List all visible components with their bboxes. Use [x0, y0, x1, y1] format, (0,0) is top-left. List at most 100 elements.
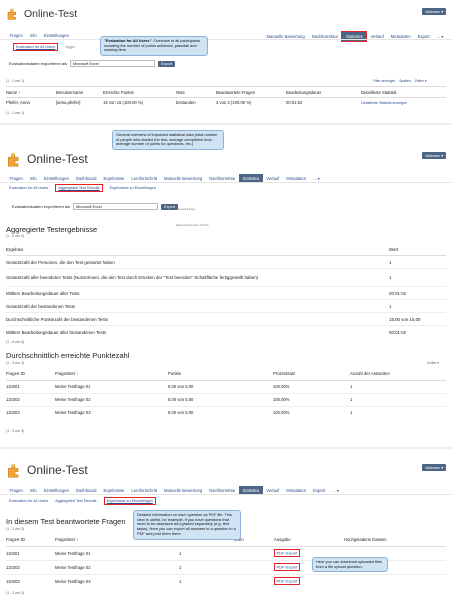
- subtab-evaluation-all-users[interactable]: Evaluation for All Users: [9, 499, 48, 503]
- row-value: 1: [389, 259, 392, 265]
- actions-button[interactable]: Aktionen ▾: [422, 464, 446, 471]
- cell-title: Meine Testfrage 02: [55, 397, 91, 402]
- cell-id: 110301: [6, 550, 20, 556]
- cell-username: [anna.pfeifer]: [56, 100, 81, 106]
- pdf-export-link[interactable]: PDF-Export: [274, 577, 300, 586]
- tab-bar-right: Manuelle Bewertung Nachkorrektur Statist…: [263, 31, 447, 42]
- section-count: (1 - 3 von 3): [6, 361, 25, 365]
- puzzle-icon: [8, 152, 19, 167]
- puzzle-icon: [8, 463, 19, 478]
- section-count-footer: (1 - 6 von 6): [6, 340, 25, 344]
- col-question-title[interactable]: Fragentitel ↑: [55, 368, 168, 380]
- subtab-single-questions[interactable]: Ergebnisse zu Einzelfragen: [103, 497, 156, 505]
- subtab-aggregated-results[interactable]: Aggregated Test Results: [55, 184, 103, 192]
- cell-count: 1: [179, 550, 182, 556]
- section-title-aggregated: Aggregierte Testergebnisse: [6, 225, 98, 234]
- subtab-bar: Evaluation for All Users Aggre: [13, 43, 75, 51]
- cell-points: 5.00 von 5.00: [168, 397, 194, 402]
- cell-title: Meine Testfrage 01: [55, 550, 91, 556]
- col-uploaded-files: Hochgeladene Dateien: [344, 536, 387, 542]
- actions-button[interactable]: Aktionen ▾: [422, 8, 446, 15]
- section-count-footer: (1 - 3 von 3): [6, 429, 25, 433]
- section-count: (1 - 6 von 6): [6, 234, 25, 238]
- cell-count: 1: [179, 564, 182, 570]
- show-filter-link[interactable]: Filter anzeigen: [373, 79, 395, 83]
- col-percent[interactable]: Prozentsatz: [273, 368, 350, 380]
- actions-button[interactable]: Aktionen ▾: [422, 152, 446, 159]
- row-label: Durchschnittliche Punktezahl der bestand…: [6, 316, 108, 322]
- row-value: 00:01:02: [389, 330, 407, 335]
- col-username[interactable]: Benutzername: [56, 88, 103, 97]
- cell-points: 5.00 von 5.00: [168, 384, 194, 389]
- tooltip-uploaded-files: Here you can download uploaded files fro…: [312, 557, 388, 573]
- section-count-footer: (1 - 3 von 3): [6, 591, 25, 595]
- cell-answered: 3 von 3 (100.00 %): [216, 100, 252, 106]
- cell-percent: 100.00%: [273, 410, 290, 416]
- subtab-aggregated-results[interactable]: Aggregated Test Results: [55, 499, 96, 503]
- row-label: Gesamtzahl der bestandenen Tests: [6, 303, 75, 309]
- table-row: Mittlere Bearbeitungsdauer aller Tests 00…: [6, 287, 446, 300]
- row-label: Gesamtzahl der Personen, die den Test ge…: [6, 259, 115, 265]
- table-row: Gesamtzahl aller beendeten Tests (Nutzer…: [6, 269, 446, 287]
- puzzle-icon: [7, 8, 17, 20]
- page-header: Online-Test: [6, 7, 77, 20]
- col-question-id[interactable]: Fragen-ID: [6, 368, 55, 380]
- tooltip-single-questions: Detailed information on each question as…: [133, 510, 241, 540]
- tooltip-aggregated: General overview of important statistica…: [112, 130, 224, 151]
- cell-answers: 1: [350, 397, 353, 402]
- row-value: 00:01:02: [389, 290, 407, 296]
- details-link[interactable]: Detaillierte Statistik anzeigen: [361, 97, 446, 108]
- col-output: Ausgabe: [274, 536, 291, 542]
- col-details: Detaillierte Statistik: [361, 89, 397, 95]
- tooltip-evaluation: "Evaluation for All Users": Overview of …: [100, 36, 208, 57]
- export-format-select[interactable]: Microsoft Excel: [73, 203, 159, 210]
- row-label: Gesamtzahl aller beendeten Tests (Nutzer…: [6, 275, 259, 280]
- cell-name: Pfeifer, Anna: [6, 100, 30, 106]
- export-button[interactable]: Export: [158, 60, 176, 67]
- col-points[interactable]: Erreichte Punkte: [103, 88, 176, 97]
- export-button[interactable]: Export: [161, 203, 179, 210]
- col-answers[interactable]: Anzahl der Antworten: [350, 368, 446, 380]
- cell-points: 15 von 15 (100.00 %): [103, 100, 144, 106]
- table-row: 110301 Meine Testfrage 01 5.00 von 5.00 100…: [6, 380, 446, 393]
- cell-id: 110302: [6, 397, 20, 402]
- table-row: Mittlere Bearbeitungsdauer aller bestand…: [6, 326, 446, 339]
- row-label: Mittlere Bearbeitungsdauer aller Tests: [6, 290, 80, 296]
- table-row: Durchschnittliche Punktezahl der bestand…: [6, 313, 446, 326]
- tab-statistics[interactable]: Statistics: [341, 31, 368, 42]
- subtab-bar: Evaluation for All Users Aggregated Test…: [9, 497, 156, 505]
- page-title: Online-Test: [24, 7, 78, 20]
- export-row: Evaluationsdaten exportieren als Microso…: [9, 60, 176, 67]
- cell-id: 110303: [6, 410, 20, 416]
- table-controls: Filter anzeigen Spalten Zeilen ▾: [373, 79, 427, 83]
- col-grade[interactable]: Note: [176, 88, 216, 97]
- subtab-single-questions[interactable]: Ergebnisse zu Einzelfragen: [110, 186, 156, 190]
- pdf-export-link[interactable]: PDF-Export: [274, 563, 300, 571]
- rows-link[interactable]: Zeilen ▾: [415, 79, 427, 83]
- export-format-select[interactable]: Microsoft Excel: [70, 60, 156, 67]
- page-title: Online-Test: [27, 463, 88, 477]
- page-header: Online-Test: [6, 151, 88, 167]
- subtab-evaluation-all-users[interactable]: Evaluation for All Users: [13, 43, 59, 51]
- columns-link[interactable]: Spalten: [399, 79, 411, 83]
- row-value: 15.00 von 15.00: [389, 316, 421, 322]
- points-table: Fragen-ID Fragentitel ↑ Punkte Prozentsa…: [6, 368, 446, 419]
- col-name[interactable]: Name ↑: [6, 88, 56, 97]
- rows-link[interactable]: Zeilen ▾: [427, 361, 439, 365]
- subtab-aggregated-results[interactable]: Aggre: [65, 45, 75, 49]
- subtab-evaluation-all-users[interactable]: Evaluation for All Users: [9, 186, 48, 190]
- table-row: 110303 Meine Testfrage 03 5.00 von 5.00 100…: [6, 406, 446, 419]
- col-duration[interactable]: Bearbeitungsdauer: [286, 88, 361, 97]
- subtab-bar: Evaluation for All Users Aggregated Test…: [9, 184, 156, 192]
- row-value: 1: [389, 275, 392, 280]
- cell-percent: 100.00%: [273, 384, 290, 389]
- page-header: Online-Test: [6, 462, 88, 478]
- col-answered[interactable]: Beantwortete Fragen: [216, 88, 286, 97]
- col-question-id[interactable]: Fragen-ID: [6, 533, 55, 546]
- col-points[interactable]: Punkte: [168, 368, 273, 380]
- result-count-footer: (1 - 1 von 1): [6, 111, 25, 115]
- pdf-export-link[interactable]: PDF-Export: [274, 549, 300, 557]
- table-row: Gesamtzahl der bestandenen Tests 1: [6, 300, 446, 313]
- export-row: Evaluationsdaten exportieren als Microso…: [12, 203, 179, 210]
- section-count: (1 - 3 von 3): [6, 527, 25, 531]
